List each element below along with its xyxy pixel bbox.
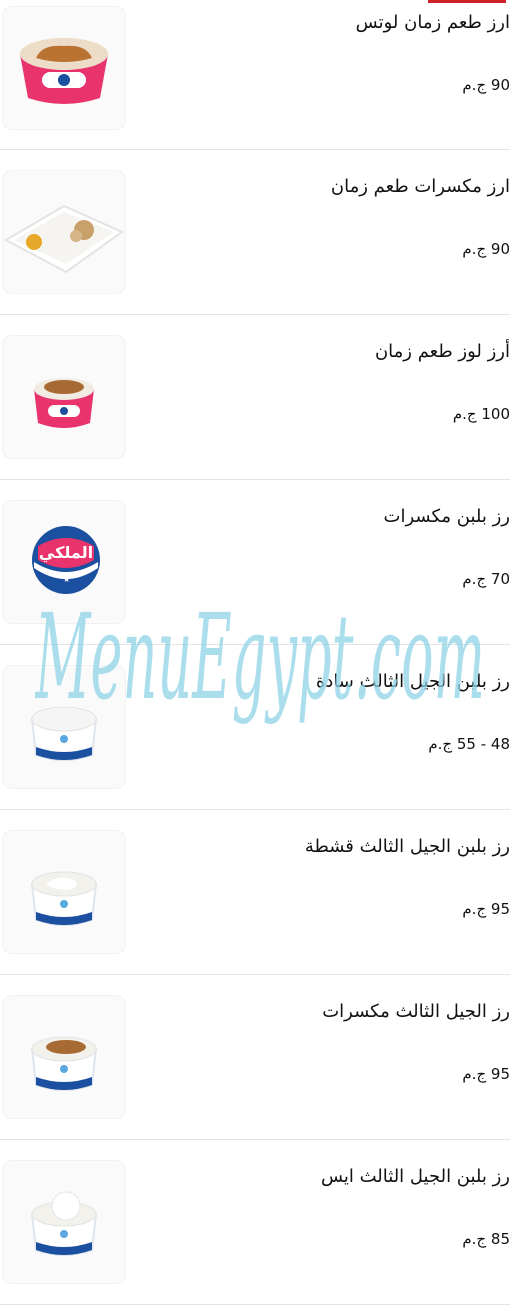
- menu-item[interactable]: رز بلبن الجيل الثالث قشطة 95 ج.م: [0, 810, 518, 975]
- svg-text:★: ★: [53, 571, 60, 580]
- item-price: 90 ج.م: [462, 240, 510, 258]
- menu-item[interactable]: ارز مكسرات طعم زمان 90 ج.م: [0, 150, 518, 315]
- menu-item[interactable]: رز بلبن الجيل الثالث سادة 48 - 55 ج.م: [0, 645, 518, 810]
- item-name: رز الجيل الثالث مكسرات: [322, 1001, 510, 1022]
- menu-item[interactable]: أرز لوز طعم زمان 100 ج.م: [0, 315, 518, 480]
- svg-text:★: ★: [73, 571, 80, 580]
- item-name: رز بلبن الجيل الثالث سادة: [315, 671, 510, 692]
- item-price: 90 ج.م: [462, 76, 510, 94]
- item-name: رز بلبن الجيل الثالث قشطة: [304, 836, 510, 857]
- item-name: رز بلبن الجيل الثالث ايس: [320, 1166, 510, 1187]
- product-image: [2, 335, 126, 459]
- item-price: 70 ج.م: [462, 570, 510, 588]
- menu-list: ارز طعم زمان لوتس 90 ج.م ارز مكسرات طعم …: [0, 0, 518, 1305]
- item-name: رز بلبن مكسرات: [383, 506, 510, 527]
- product-image: [2, 6, 126, 130]
- item-price: 48 - 55 ج.م: [428, 735, 510, 753]
- item-price: 85 ج.م: [462, 1230, 510, 1248]
- product-image: [2, 830, 126, 954]
- svg-text:★: ★: [63, 575, 70, 584]
- item-name: ارز طعم زمان لوتس: [355, 12, 510, 33]
- product-image: [2, 665, 126, 789]
- menu-item[interactable]: رز بلبن الجيل الثالث ايس 85 ج.م: [0, 1140, 518, 1305]
- item-price: 95 ج.م: [462, 900, 510, 918]
- item-name: أرز لوز طعم زمان: [374, 341, 510, 362]
- menu-item[interactable]: ارز طعم زمان لوتس 90 ج.م: [0, 0, 518, 150]
- product-image: [2, 1160, 126, 1284]
- brand-logo: الملكي ★ ★ ★: [28, 522, 104, 598]
- item-price: 100 ج.م: [452, 405, 510, 423]
- item-price: 95 ج.م: [462, 1065, 510, 1083]
- menu-item[interactable]: رز الجيل الثالث مكسرات 95 ج.م: [0, 975, 518, 1140]
- item-name: ارز مكسرات طعم زمان: [330, 176, 510, 197]
- brand-logo-text: الملكي: [39, 543, 93, 563]
- product-image: [2, 170, 126, 294]
- product-image: [2, 995, 126, 1119]
